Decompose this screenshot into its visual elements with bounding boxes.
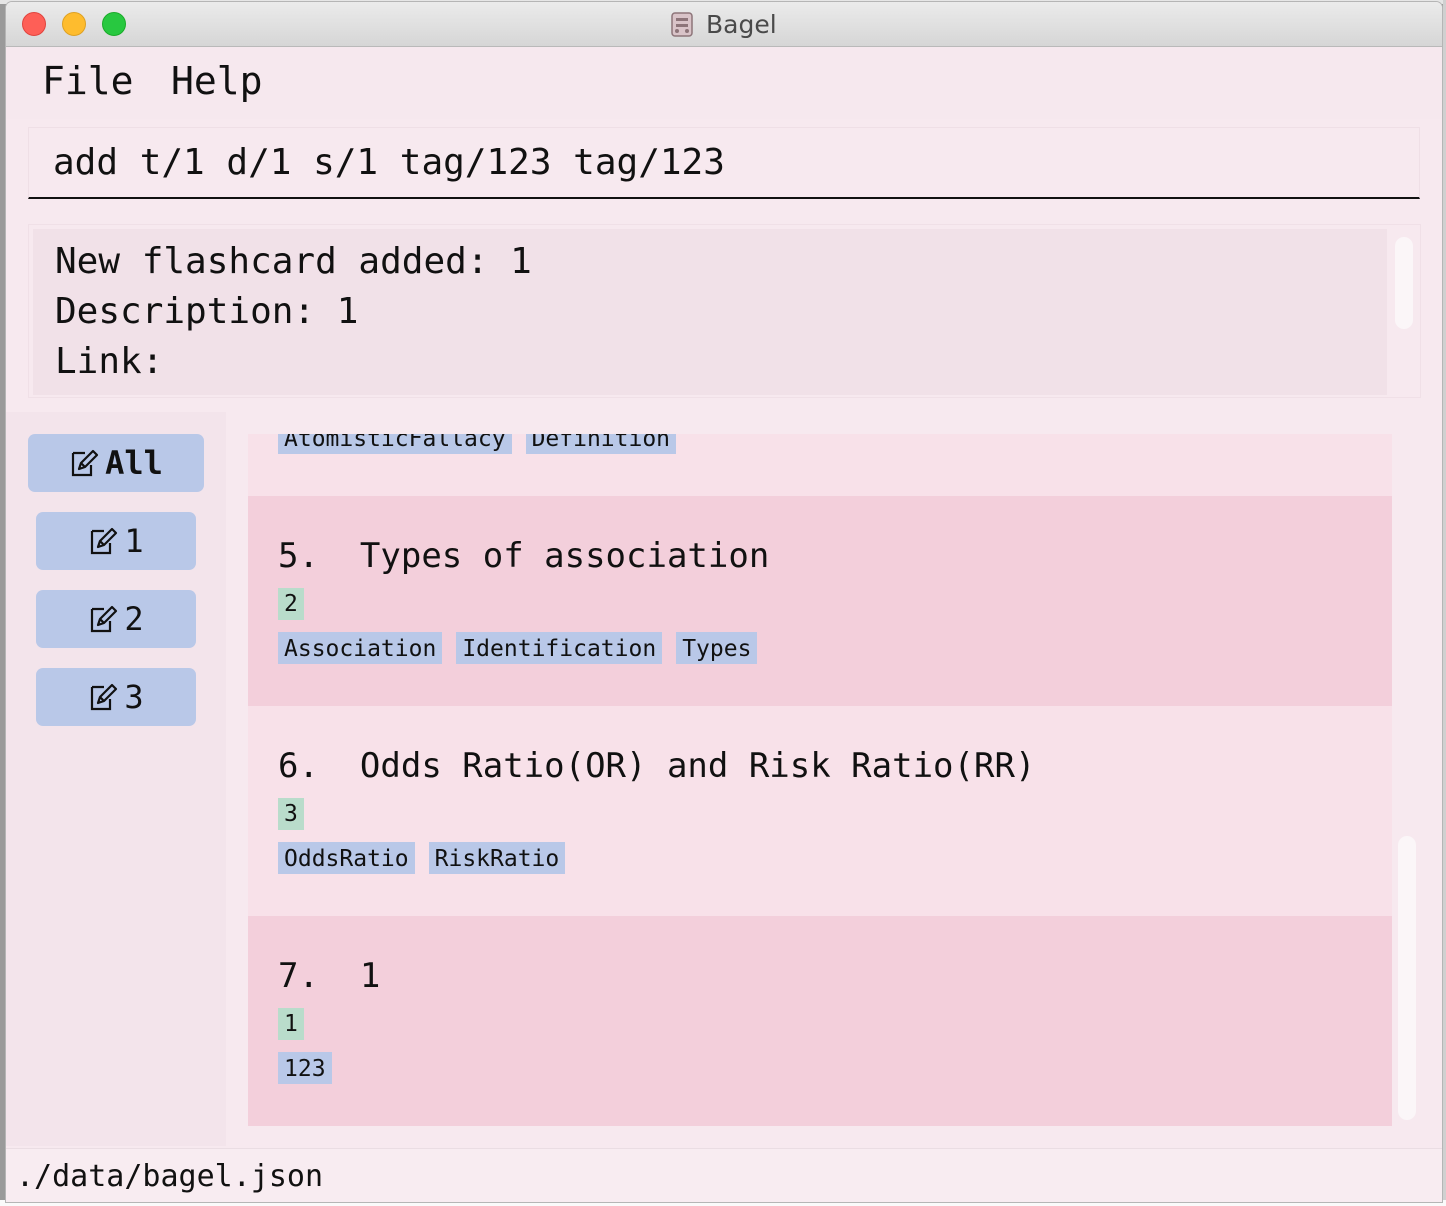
card-title-text: Odds Ratio(OR) and Risk Ratio(RR) xyxy=(359,746,1036,786)
flashcard-card[interactable]: AtomisticFallacy Definition xyxy=(248,434,1392,496)
status-bar: ./data/bagel.json xyxy=(6,1148,1442,1202)
card-index: 7. xyxy=(278,956,319,996)
result-line: Link: xyxy=(55,341,164,382)
card-title: 5. Types of association xyxy=(278,536,769,576)
set-button-label: 3 xyxy=(124,678,144,716)
tag: Identification xyxy=(456,632,663,664)
set-button-label: 1 xyxy=(124,522,144,560)
window-title-group: Bagel xyxy=(668,8,777,40)
result-display: New flashcard added: 1 Description: 1 Li… xyxy=(28,224,1421,398)
bagel-window: Bagel File Help New flashcard added: 1 D… xyxy=(6,2,1442,1202)
edit-icon xyxy=(91,605,118,633)
tag: RiskRatio xyxy=(428,842,566,874)
tag-row: AtomisticFallacy Definition xyxy=(278,434,677,454)
set-button-all[interactable]: All xyxy=(28,434,204,492)
set-sidebar: All 1 2 3 xyxy=(6,412,226,1146)
menu-file[interactable]: File xyxy=(42,59,134,103)
edit-icon xyxy=(91,683,118,711)
tag: Association xyxy=(278,632,443,664)
flashcard-card[interactable]: 6. Odds Ratio(OR) and Risk Ratio(RR) 3 O… xyxy=(248,706,1392,916)
flashcard-list[interactable]: AtomisticFallacy Definition 5. Types of … xyxy=(248,434,1392,1126)
card-index: 5. xyxy=(278,536,319,576)
set-button-1[interactable]: 1 xyxy=(36,512,196,570)
command-input[interactable] xyxy=(29,128,1419,197)
tag: Types xyxy=(676,632,758,664)
set-button-3[interactable]: 3 xyxy=(36,668,196,726)
set-badge: 1 xyxy=(278,1008,304,1040)
card-title: 6. Odds Ratio(OR) and Risk Ratio(RR) xyxy=(278,746,1035,786)
tag: Definition xyxy=(525,434,677,454)
card-index: 6. xyxy=(278,746,319,786)
result-line: New flashcard added: 1 xyxy=(55,241,532,282)
card-title-text: Types of association xyxy=(359,536,770,576)
set-badge: 3 xyxy=(278,798,304,830)
flashcard-card[interactable]: 7. 1 1 123 xyxy=(248,916,1392,1126)
close-window-button[interactable] xyxy=(22,12,46,36)
zoom-window-button[interactable] xyxy=(102,12,126,36)
menu-bar: File Help xyxy=(6,47,1442,119)
save-location: ./data/bagel.json xyxy=(16,1159,324,1194)
edit-icon xyxy=(71,449,99,477)
card-title-text: 1 xyxy=(359,956,381,996)
menu-help[interactable]: Help xyxy=(171,59,263,103)
tag: OddsRatio xyxy=(278,842,415,874)
minimize-window-button[interactable] xyxy=(62,12,86,36)
bagel-icon xyxy=(671,12,693,37)
window-title: Bagel xyxy=(706,9,777,39)
set-badge: 2 xyxy=(278,588,304,620)
result-line: Description: 1 xyxy=(55,291,359,332)
result-scrollbar[interactable] xyxy=(1395,237,1413,329)
tag: 123 xyxy=(278,1052,332,1084)
title-bar: Bagel xyxy=(6,2,1442,47)
edit-icon xyxy=(91,527,118,555)
card-title: 7. 1 xyxy=(278,956,380,996)
set-button-label: 2 xyxy=(124,600,144,638)
list-scrollbar[interactable] xyxy=(1398,836,1416,1120)
flashcard-list-panel: AtomisticFallacy Definition 5. Types of … xyxy=(226,412,1442,1146)
set-button-label: All xyxy=(105,444,163,482)
tag-row: Association Identification Types xyxy=(278,632,758,664)
set-button-2[interactable]: 2 xyxy=(36,590,196,648)
tag: AtomisticFallacy xyxy=(278,434,512,454)
flashcard-card[interactable]: 5. Types of association 2 Association Id… xyxy=(248,496,1392,706)
tag-row: OddsRatio RiskRatio xyxy=(278,842,566,874)
command-box xyxy=(28,127,1420,199)
tag-row: 123 xyxy=(278,1052,332,1084)
result-text-area[interactable]: New flashcard added: 1 Description: 1 Li… xyxy=(33,229,1387,395)
